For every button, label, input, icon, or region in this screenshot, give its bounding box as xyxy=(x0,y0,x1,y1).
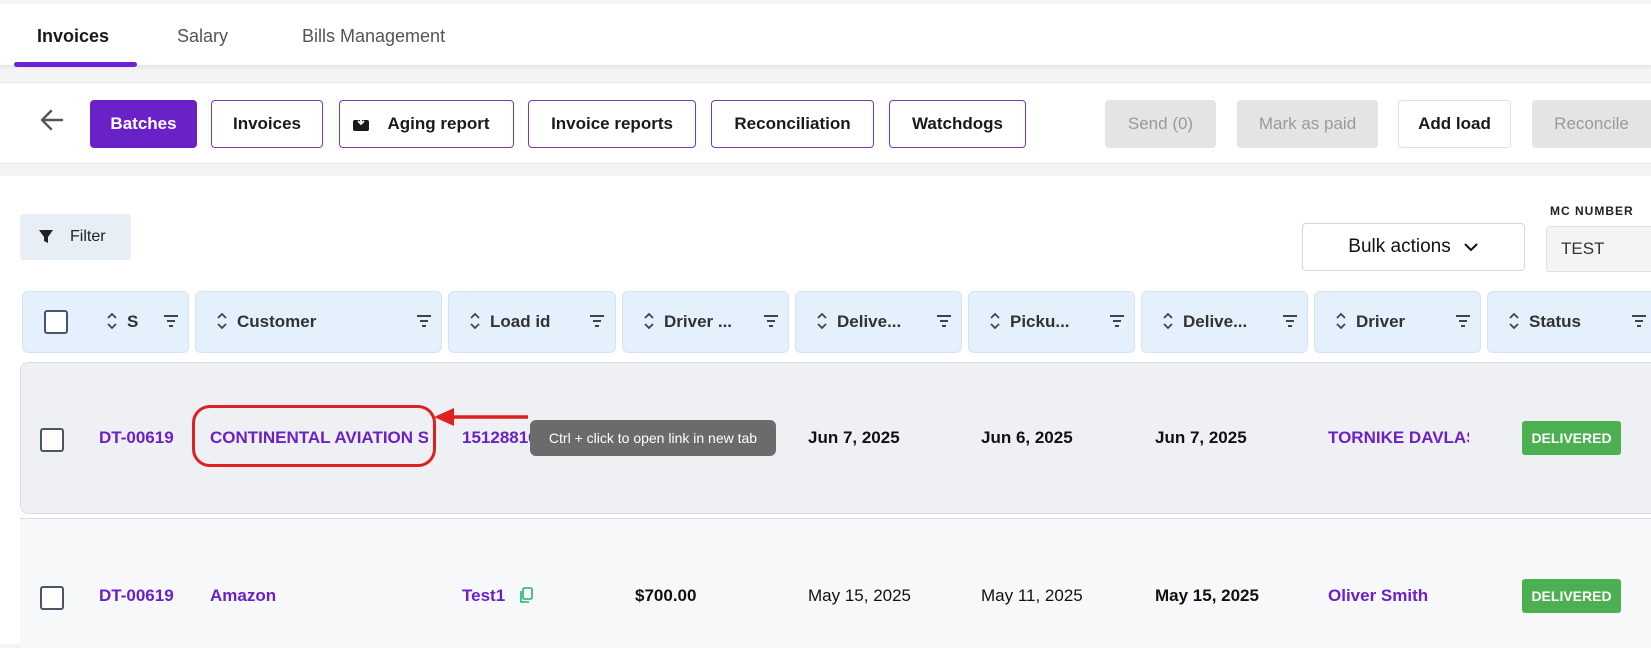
column-header-delivery[interactable]: Delive... xyxy=(837,312,901,332)
chevron-down-icon xyxy=(1464,243,1478,252)
aging-report-button[interactable]: Aging report xyxy=(339,100,514,148)
header-cell-status: Status xyxy=(1487,291,1651,353)
add-load-button[interactable]: Add load xyxy=(1398,100,1511,148)
active-tab-indicator xyxy=(14,62,137,67)
sort-icon[interactable] xyxy=(989,312,1001,330)
annotation-highlight-box xyxy=(192,405,436,467)
copy-icon[interactable] xyxy=(519,587,533,604)
pickup-date-value: May 11, 2025 xyxy=(981,586,1083,605)
filter-button[interactable]: Filter xyxy=(20,214,131,260)
sort-icon[interactable] xyxy=(1162,312,1174,330)
sort-icon[interactable] xyxy=(216,312,228,330)
top-tabs-bar: Invoices Salary Bills Management xyxy=(0,4,1651,67)
row-id-link[interactable]: DT-00619 xyxy=(99,428,177,448)
sort-icon[interactable] xyxy=(106,312,118,330)
tab-invoices[interactable]: Invoices xyxy=(37,26,109,47)
sort-icon[interactable] xyxy=(643,312,655,330)
sort-icon[interactable] xyxy=(1335,312,1347,330)
row-checkbox[interactable] xyxy=(40,586,64,610)
column-filter-icon[interactable] xyxy=(1109,314,1125,328)
column-filter-icon[interactable] xyxy=(936,314,952,328)
delivery-date-value: Jun 7, 2025 xyxy=(808,428,900,447)
reconciliation-button[interactable]: Reconciliation xyxy=(711,100,874,148)
delivered-date-value: May 15, 2025 xyxy=(1155,586,1259,605)
column-header-pickup[interactable]: Picku... xyxy=(1010,312,1070,332)
delivery-date-value: May 15, 2025 xyxy=(808,586,912,605)
filter-label: Filter xyxy=(70,228,106,245)
sort-icon[interactable] xyxy=(816,312,828,330)
back-arrow-icon[interactable] xyxy=(38,106,66,134)
column-filter-icon[interactable] xyxy=(763,314,779,328)
column-header-driver[interactable]: Driver xyxy=(1356,312,1405,332)
column-filter-icon[interactable] xyxy=(1455,314,1471,328)
column-filter-icon[interactable] xyxy=(163,314,179,328)
customer-link[interactable]: Amazon xyxy=(210,586,428,606)
reconcile-button[interactable]: Reconcile xyxy=(1532,100,1651,148)
column-filter-icon[interactable] xyxy=(1631,314,1647,328)
mc-number-value: TEST xyxy=(1561,239,1605,258)
header-cell-pickup-date: Picku... xyxy=(968,291,1135,353)
invoice-reports-button[interactable]: Invoice reports xyxy=(528,100,696,148)
column-filter-icon[interactable] xyxy=(416,314,432,328)
column-filter-icon[interactable] xyxy=(589,314,605,328)
driver-pay-value: $700.00 xyxy=(635,586,697,605)
header-cell-delivery-date: Delive... xyxy=(795,291,962,353)
watchdogs-button[interactable]: Watchdogs xyxy=(889,100,1026,148)
mc-number-label: MC NUMBER xyxy=(1550,204,1634,218)
load-id-link[interactable]: 15128816 xyxy=(462,428,538,448)
batches-button[interactable]: Batches xyxy=(90,100,197,148)
column-header-load-id[interactable]: Load id xyxy=(490,312,550,332)
mc-number-select[interactable]: TEST xyxy=(1546,226,1651,272)
download-box-icon xyxy=(353,116,369,131)
select-all-checkbox[interactable] xyxy=(44,310,68,334)
column-header-s[interactable]: S xyxy=(127,312,138,332)
bulk-actions-dropdown[interactable]: Bulk actions xyxy=(1302,223,1525,271)
row-id-link[interactable]: DT-00619 xyxy=(99,586,177,606)
table-row[interactable] xyxy=(20,518,1651,648)
header-cell-select-s: S xyxy=(22,291,189,353)
row-checkbox[interactable] xyxy=(40,428,64,452)
header-cell-driver-pay: Driver ... xyxy=(622,291,789,353)
header-cell-driver: Driver xyxy=(1314,291,1481,353)
column-header-customer[interactable]: Customer xyxy=(237,312,316,332)
sort-icon[interactable] xyxy=(1508,312,1520,330)
link-tooltip: Ctrl + click to open link in new tab xyxy=(530,420,776,456)
header-cell-customer: Customer xyxy=(195,291,442,353)
bulk-actions-label: Bulk actions xyxy=(1348,236,1451,257)
annotation-arrow-icon xyxy=(434,408,528,426)
invoices-button[interactable]: Invoices xyxy=(211,100,323,148)
driver-link[interactable]: Oliver Smith xyxy=(1328,586,1428,606)
column-header-delivered[interactable]: Delive... xyxy=(1183,312,1247,332)
pickup-date-value: Jun 6, 2025 xyxy=(981,428,1073,447)
column-header-driver-pay[interactable]: Driver ... xyxy=(664,312,732,332)
funnel-icon xyxy=(39,230,53,243)
header-cell-load-id: Load id xyxy=(448,291,616,353)
tab-salary[interactable]: Salary xyxy=(177,26,228,47)
aging-report-label: Aging report xyxy=(387,114,490,133)
send-button[interactable]: Send (0) xyxy=(1105,100,1216,148)
status-badge: DELIVERED xyxy=(1522,421,1621,455)
tab-bills-management[interactable]: Bills Management xyxy=(302,26,445,47)
header-cell-delivered-date: Delive... xyxy=(1141,291,1308,353)
column-filter-icon[interactable] xyxy=(1282,314,1298,328)
delivered-date-value: Jun 7, 2025 xyxy=(1155,428,1247,447)
driver-link[interactable]: TORNIKE DAVLASHELIDZE xyxy=(1328,428,1469,448)
load-id-link[interactable]: Test1 xyxy=(462,586,505,606)
status-badge: DELIVERED xyxy=(1522,579,1621,613)
mark-as-paid-button[interactable]: Mark as paid xyxy=(1237,100,1378,148)
column-header-status[interactable]: Status xyxy=(1529,312,1581,332)
sort-icon[interactable] xyxy=(469,312,481,330)
